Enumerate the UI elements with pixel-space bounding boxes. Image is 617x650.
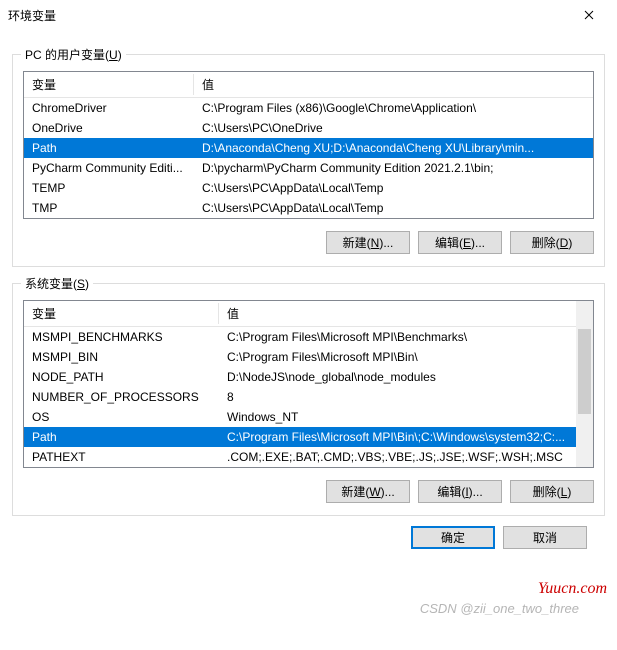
cell-name: ChromeDriver	[24, 98, 194, 119]
table-row[interactable]: MSMPI_BINC:\Program Files\Microsoft MPI\…	[24, 347, 576, 367]
cell-name: MSMPI_BIN	[24, 347, 219, 367]
system-delete-button[interactable]: 删除(L)	[510, 480, 594, 503]
scrollbar-track[interactable]	[576, 301, 593, 467]
cell-name: TMP	[24, 198, 194, 218]
table-row[interactable]: PyCharm Community Editi...D:\pycharm\PyC…	[24, 158, 593, 178]
col-header-value[interactable]: 值	[194, 72, 593, 98]
table-row[interactable]: ChromeDriverC:\Program Files (x86)\Googl…	[24, 98, 593, 119]
cell-name: TEMP	[24, 178, 194, 198]
col-header-value[interactable]: 值	[219, 301, 576, 327]
col-header-name[interactable]: 变量	[24, 301, 219, 327]
user-vars-label: PC 的用户变量(U)	[21, 46, 126, 63]
system-new-button[interactable]: 新建(W)...	[326, 480, 410, 503]
ok-button[interactable]: 确定	[411, 526, 495, 549]
table-row[interactable]: PathC:\Program Files\Microsoft MPI\Bin\;…	[24, 427, 576, 447]
table-row[interactable]: NUMBER_OF_PROCESSORS8	[24, 387, 576, 407]
window-title: 环境变量	[8, 7, 569, 24]
cell-value: D:\pycharm\PyCharm Community Edition 202…	[194, 158, 593, 178]
user-vars-table-container: 变量 值 ChromeDriverC:\Program Files (x86)\…	[23, 71, 594, 219]
cell-name: MSMPI_BENCHMARKS	[24, 327, 219, 348]
cell-name: Path	[24, 138, 194, 158]
cell-value: C:\Program Files\Microsoft MPI\Bin\	[219, 347, 576, 367]
titlebar: 环境变量	[0, 0, 617, 30]
watermark-csdn: CSDN @zii_one_two_three	[420, 601, 579, 616]
table-row[interactable]: MSMPI_BENCHMARKSC:\Program Files\Microso…	[24, 327, 576, 348]
table-row[interactable]: PATHEXT.COM;.EXE;.BAT;.CMD;.VBS;.VBE;.JS…	[24, 447, 576, 467]
cell-value: 8	[219, 387, 576, 407]
system-vars-label: 系统变量(S)	[21, 275, 93, 292]
cell-name: OS	[24, 407, 219, 427]
cell-name: OneDrive	[24, 118, 194, 138]
table-row[interactable]: NODE_PATHD:\NodeJS\node_global\node_modu…	[24, 367, 576, 387]
close-icon	[584, 10, 594, 20]
watermark-site: Yuucn.com	[538, 580, 607, 598]
user-delete-button[interactable]: 删除(D)	[510, 231, 594, 254]
cell-value: D:\NodeJS\node_global\node_modules	[219, 367, 576, 387]
cell-value: C:\Users\PC\AppData\Local\Temp	[194, 198, 593, 218]
table-row[interactable]: TMPC:\Users\PC\AppData\Local\Temp	[24, 198, 593, 218]
cell-value: .COM;.EXE;.BAT;.CMD;.VBS;.VBE;.JS;.JSE;.…	[219, 447, 576, 467]
user-vars-table[interactable]: 变量 值 ChromeDriverC:\Program Files (x86)\…	[24, 72, 593, 218]
system-edit-button[interactable]: 编辑(I)...	[418, 480, 502, 503]
user-edit-button[interactable]: 编辑(E)...	[418, 231, 502, 254]
cell-name: Path	[24, 427, 219, 447]
cancel-button[interactable]: 取消	[503, 526, 587, 549]
table-row[interactable]: OneDriveC:\Users\PC\OneDrive	[24, 118, 593, 138]
user-new-button[interactable]: 新建(N)...	[326, 231, 410, 254]
system-vars-table[interactable]: 变量 值 MSMPI_BENCHMARKSC:\Program Files\Mi…	[24, 301, 576, 467]
col-header-name[interactable]: 变量	[24, 72, 194, 98]
table-row[interactable]: PathD:\Anaconda\Cheng XU;D:\Anaconda\Che…	[24, 138, 593, 158]
cell-name: PATHEXT	[24, 447, 219, 467]
close-button[interactable]	[569, 1, 609, 29]
cell-value: C:\Program Files\Microsoft MPI\Bin\;C:\W…	[219, 427, 576, 447]
table-row[interactable]: OSWindows_NT	[24, 407, 576, 427]
system-variables-group: 系统变量(S) 变量 值 MSMPI_BENCHMARKSC:\Program …	[12, 283, 605, 516]
cell-value: C:\Program Files (x86)\Google\Chrome\App…	[194, 98, 593, 119]
cell-value: C:\Program Files\Microsoft MPI\Benchmark…	[219, 327, 576, 348]
cell-value: Windows_NT	[219, 407, 576, 427]
cell-name: NODE_PATH	[24, 367, 219, 387]
user-variables-group: PC 的用户变量(U) 变量 值 ChromeDriverC:\Program …	[12, 54, 605, 267]
cell-name: PyCharm Community Editi...	[24, 158, 194, 178]
cell-value: C:\Users\PC\OneDrive	[194, 118, 593, 138]
table-row[interactable]: TEMPC:\Users\PC\AppData\Local\Temp	[24, 178, 593, 198]
cell-name: NUMBER_OF_PROCESSORS	[24, 387, 219, 407]
scrollbar-thumb[interactable]	[578, 329, 591, 414]
cell-value: D:\Anaconda\Cheng XU;D:\Anaconda\Cheng X…	[194, 138, 593, 158]
cell-value: C:\Users\PC\AppData\Local\Temp	[194, 178, 593, 198]
system-vars-table-container: 变量 值 MSMPI_BENCHMARKSC:\Program Files\Mi…	[23, 300, 594, 468]
